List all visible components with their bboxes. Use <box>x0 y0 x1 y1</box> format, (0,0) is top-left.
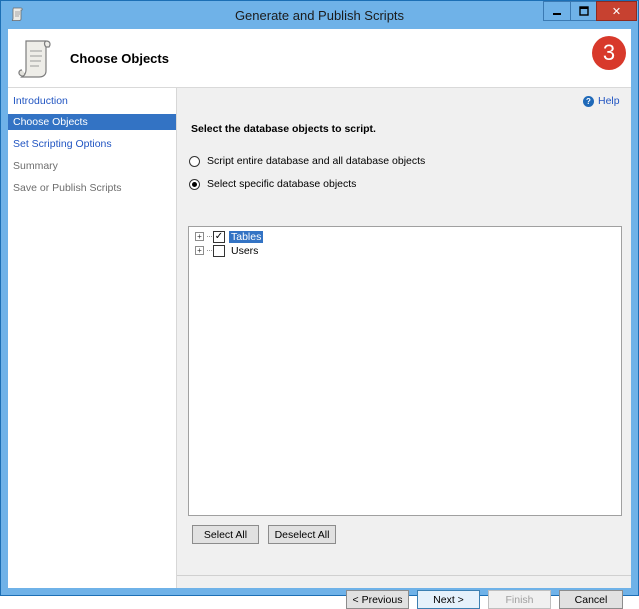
next-button[interactable]: Next > <box>417 590 480 609</box>
radio-button-unchecked[interactable] <box>189 155 200 167</box>
instruction-text: Select the database objects to script. <box>191 123 376 135</box>
finish-button: Finish <box>488 590 551 609</box>
dialog-window: Generate and Publish Scripts ✕ Choose Ob… <box>0 0 639 609</box>
objects-tree-view[interactable]: + ✓ Tables + Users <box>188 226 622 516</box>
page-title: Choose Objects <box>70 51 169 66</box>
help-label: Help <box>598 95 620 107</box>
step-number-badge: 3 <box>592 36 626 70</box>
help-link[interactable]: ? Help <box>583 95 620 107</box>
select-all-button[interactable]: Select All <box>192 525 259 544</box>
main-panel: ? Help Select the database objects to sc… <box>177 88 631 609</box>
close-icon: ✕ <box>611 5 622 18</box>
page-header: Choose Objects 3 <box>8 29 631 88</box>
expand-icon[interactable]: + <box>195 232 204 241</box>
sidebar-item-choose-objects[interactable]: Choose Objects <box>8 114 176 130</box>
footer-divider <box>177 575 631 576</box>
tree-connector <box>207 236 212 237</box>
deselect-all-button[interactable]: Deselect All <box>268 525 336 544</box>
expand-icon[interactable]: + <box>195 246 204 255</box>
radio-label-specific: Select specific database objects <box>207 178 357 190</box>
scroll-icon <box>18 40 51 78</box>
minimize-icon <box>553 13 561 15</box>
dialog-client-area: Choose Objects 3 Introduction Choose Obj… <box>8 29 631 609</box>
radio-script-entire-database[interactable]: Script entire database and all database … <box>189 155 425 167</box>
maximize-button[interactable] <box>570 1 597 21</box>
radio-label-entire: Script entire database and all database … <box>207 155 426 167</box>
sidebar-item-set-scripting-options[interactable]: Set Scripting Options <box>8 136 176 152</box>
sidebar-item-introduction[interactable]: Introduction <box>8 93 176 109</box>
help-icon: ? <box>583 95 594 107</box>
tables-checkbox[interactable]: ✓ <box>213 230 225 243</box>
tree-item-users[interactable]: + Users <box>195 244 260 257</box>
radio-button-checked[interactable] <box>189 178 200 190</box>
maximize-icon <box>578 6 589 16</box>
tree-item-tables[interactable]: + ✓ Tables <box>195 230 264 243</box>
cancel-button[interactable]: Cancel <box>559 590 623 609</box>
wizard-steps-sidebar: Introduction Choose Objects Set Scriptin… <box>8 88 177 588</box>
users-checkbox[interactable] <box>213 244 225 257</box>
tree-connector <box>207 250 212 251</box>
minimize-button[interactable] <box>543 1 571 21</box>
close-button[interactable]: ✕ <box>596 1 637 21</box>
radio-select-specific-objects[interactable]: Select specific database objects <box>189 178 356 190</box>
tree-label-tables: Tables <box>229 230 264 243</box>
title-bar[interactable]: Generate and Publish Scripts ✕ <box>1 1 638 29</box>
sidebar-item-summary: Summary <box>13 160 58 172</box>
previous-button[interactable]: < Previous <box>346 590 409 609</box>
tree-label-users: Users <box>231 244 259 257</box>
sidebar-item-save-or-publish: Save or Publish Scripts <box>13 182 122 194</box>
